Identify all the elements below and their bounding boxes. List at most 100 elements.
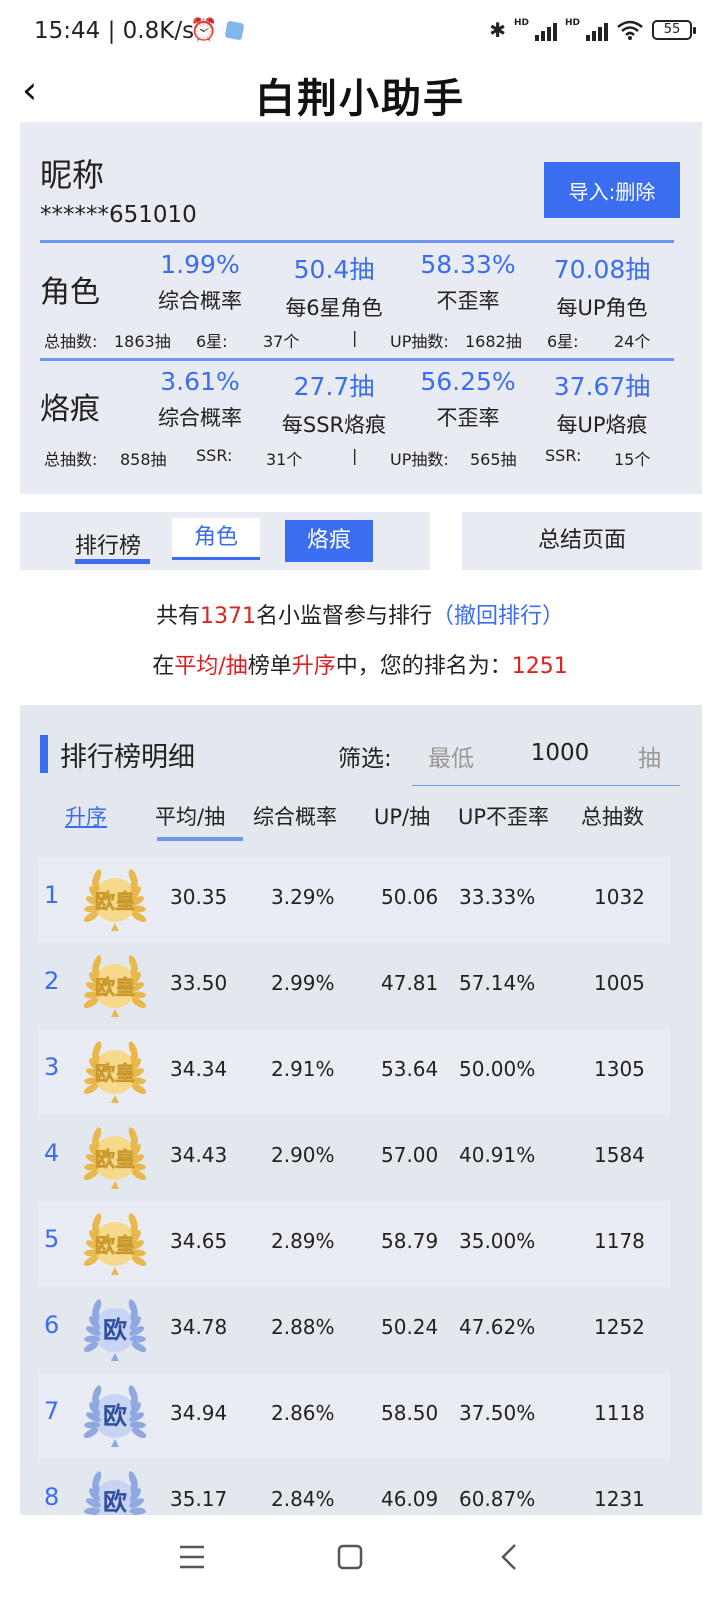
count-value: 37个: [263, 332, 300, 351]
user-id: ******651010: [40, 202, 197, 228]
signal-icon: [534, 19, 557, 41]
leaderboard-rows: 1 欧皇 30.35 3.29% 50.06 33.33% 1032 2 欧皇 33.50 2.99…: [38, 857, 670, 1525]
cell-up: 47.81: [381, 971, 439, 995]
column-rate[interactable]: 综合概率: [253, 801, 337, 831]
cell-rate: 2.84%: [271, 1487, 335, 1511]
cell-rate: 2.88%: [271, 1315, 335, 1339]
stat-value: 70.08抽: [553, 255, 651, 284]
count-divider: |: [352, 446, 358, 465]
badge-label: 欧: [103, 1488, 127, 1516]
stat-caption: 每6星角色: [285, 296, 383, 320]
tab-role[interactable]: 角色: [172, 518, 260, 560]
tab-leaderboard[interactable]: 排行榜: [75, 528, 141, 560]
table-row[interactable]: 1 欧皇 30.35 3.29% 50.06 33.33% 1032: [38, 857, 670, 943]
my-rank: 1251: [511, 654, 568, 679]
stat-caption: 每UP角色: [556, 296, 648, 320]
stat-value: 3.61%: [160, 367, 240, 396]
count-value: 565抽: [470, 450, 517, 469]
info-text: 名小监督参与排行: [255, 604, 432, 629]
rank-number: 3: [44, 1053, 60, 1081]
stat-value: 56.25%: [420, 367, 516, 396]
stat-caption: 综合概率: [158, 406, 242, 430]
cell-avg: 34.94: [170, 1401, 228, 1425]
summary-page-button[interactable]: 总结页面: [462, 512, 702, 570]
badge-label: 欧皇: [95, 889, 135, 913]
sort-ascending-toggle[interactable]: 升序: [65, 801, 107, 831]
count-value: 858抽: [120, 450, 167, 469]
cell-avg: 30.35: [170, 885, 228, 909]
table-row[interactable]: 5 欧皇 34.65 2.89% 58.79 35.00% 1178: [38, 1201, 670, 1287]
leaderboard-title: 排行榜明细: [60, 742, 195, 773]
column-up[interactable]: UP/抽: [374, 801, 430, 831]
stat-caption: 每UP烙痕: [556, 413, 648, 437]
stat-mark-perup: 37.67抽 每UP烙痕: [537, 367, 667, 439]
cell-up: 50.06: [381, 885, 439, 909]
status-time: 15:44 | 0.8K/s: [34, 18, 195, 44]
count-value: 15个: [614, 450, 651, 469]
status-bar: 15:44 | 0.8K/s ⏰ ✱ HD HD 55: [0, 0, 720, 62]
cell-up-rate: 57.14%: [459, 971, 536, 995]
bluetooth-icon: ✱: [489, 18, 506, 42]
count-label: 6星:: [547, 332, 579, 351]
cell-up-rate: 37.50%: [459, 1401, 536, 1425]
stat-value: 37.67抽: [553, 372, 651, 401]
cell-up-rate: 35.00%: [459, 1229, 536, 1253]
stat-mark-rate: 3.61% 综合概率: [135, 367, 265, 432]
nav-back-icon[interactable]: [490, 1537, 530, 1577]
stat-label-mark: 烙痕: [40, 392, 100, 427]
table-row[interactable]: 2 欧皇 33.50 2.99% 47.81 57.14% 1005: [38, 943, 670, 1029]
cell-avg: 33.50: [170, 971, 228, 995]
cell-total: 1584: [594, 1143, 645, 1167]
wifi-icon: [617, 20, 643, 40]
stat-value: 58.33%: [420, 250, 516, 279]
withdraw-ranking-link[interactable]: （撤回排行）: [432, 604, 564, 629]
table-row[interactable]: 4 欧皇 34.43 2.90% 57.00 40.91% 1584: [38, 1115, 670, 1201]
tab-mark[interactable]: 烙痕: [285, 520, 373, 562]
filter-min-pulls-input[interactable]: [510, 735, 610, 771]
stat-role-rate: 1.99% 综合概率: [135, 250, 265, 315]
stat-mark-perssr: 27.7抽 每SSR烙痕: [269, 367, 399, 439]
gold-laurel-badge-icon: 欧皇: [83, 1127, 147, 1189]
badge-label: 欧皇: [95, 975, 135, 999]
gold-laurel-badge-icon: 欧皇: [83, 1213, 147, 1275]
stat-caption: 不歪率: [436, 406, 500, 430]
app-header: ‹ 白荆小助手: [0, 62, 720, 122]
filter-underline: [412, 785, 680, 786]
stat-role-per6: 50.4抽 每6星角色: [269, 250, 399, 322]
board-tabs: 排行榜 角色 烙痕: [20, 512, 430, 570]
badge-label: 欧: [103, 1316, 127, 1344]
board-name: 平均/抽: [174, 654, 248, 679]
app-title: 白荆小助手: [255, 75, 465, 122]
column-up-rate[interactable]: UP不歪率: [458, 801, 549, 831]
home-square-icon[interactable]: [330, 1537, 370, 1577]
cell-rate: 2.91%: [271, 1057, 335, 1081]
menu-icon[interactable]: [172, 1537, 212, 1577]
my-rank-info: 在平均/抽榜单升序中，您的排名为：1251: [0, 648, 720, 680]
rank-number: 5: [44, 1225, 60, 1253]
cell-avg: 34.78: [170, 1315, 228, 1339]
badge-label: 欧皇: [95, 1061, 135, 1085]
table-row[interactable]: 3 欧皇 34.34 2.91% 53.64 50.00% 1305: [38, 1029, 670, 1115]
count-divider: |: [352, 328, 358, 347]
cell-rate: 2.86%: [271, 1401, 335, 1425]
rank-number: 6: [44, 1311, 60, 1339]
cell-avg: 34.43: [170, 1143, 228, 1167]
column-total[interactable]: 总抽数: [581, 801, 644, 831]
table-row[interactable]: 7 欧 34.94 2.86% 58.50 37.50% 1118: [38, 1373, 670, 1459]
import-delete-button[interactable]: 导入:删除: [544, 162, 680, 218]
column-avg[interactable]: 平均/抽: [155, 801, 225, 831]
count-label: 6星:: [196, 332, 228, 351]
stat-role-perup: 70.08抽 每UP角色: [537, 250, 667, 322]
hd-label-2: HD: [564, 18, 580, 28]
table-row[interactable]: 6 欧 34.78 2.88% 50.24 47.62% 1252: [38, 1287, 670, 1373]
info-text: 榜单: [247, 654, 292, 679]
blue-laurel-badge-icon: 欧: [83, 1299, 147, 1361]
cell-total: 1118: [594, 1401, 645, 1425]
count-label: UP抽数:: [390, 332, 449, 351]
stat-value: 27.7抽: [293, 372, 375, 401]
participants-info: 共有1371名小监督参与排行（撤回排行）: [0, 598, 720, 630]
alarm-clock-icon: ⏰: [190, 18, 218, 43]
rank-number: 4: [44, 1139, 60, 1167]
count-value: 1863抽: [114, 332, 171, 351]
rank-number: 8: [44, 1483, 60, 1511]
